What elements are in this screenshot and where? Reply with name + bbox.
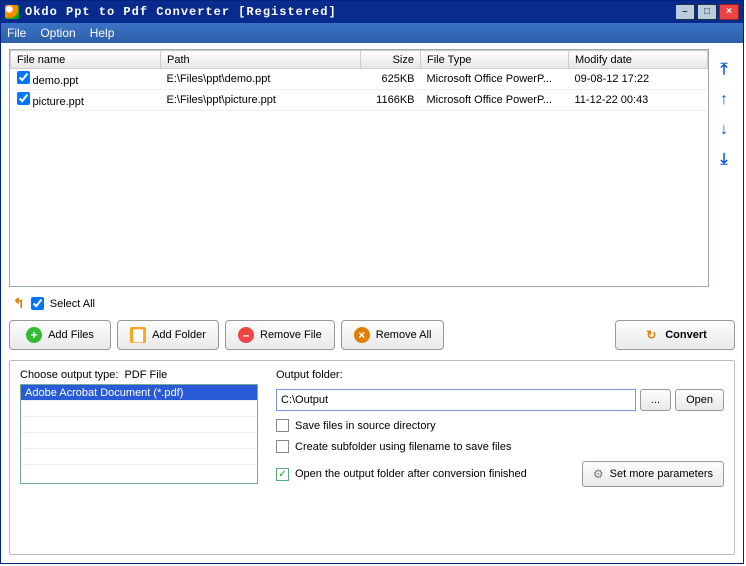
row-checkbox[interactable] <box>17 92 30 105</box>
output-folder-label: Output folder: <box>276 369 724 381</box>
col-path[interactable]: Path <box>161 51 361 69</box>
row-path: E:\Files\ppt\picture.ppt <box>161 90 361 111</box>
window-title: Okdo Ppt to Pdf Converter [Registered] <box>25 5 673 19</box>
folder-icon: ▇ <box>130 327 146 343</box>
row-date: 09-08-12 17:22 <box>569 69 708 90</box>
close-button[interactable]: × <box>719 4 739 20</box>
add-folder-button[interactable]: ▇ Add Folder <box>117 320 219 350</box>
browse-button[interactable]: ... <box>640 389 671 411</box>
checkbox-icon[interactable]: ✓ <box>276 440 289 453</box>
row-type: Microsoft Office PowerP... <box>421 90 569 111</box>
add-files-button[interactable]: + Add Files <box>9 320 111 350</box>
col-filetype[interactable]: File Type <box>421 51 569 69</box>
convert-label: Convert <box>665 329 707 341</box>
select-all-label: Select All <box>50 298 95 310</box>
create-sub-row[interactable]: ✓ Create subfolder using filename to sav… <box>276 440 724 453</box>
file-table[interactable]: File name Path Size File Type Modify dat… <box>10 50 708 111</box>
save-source-label: Save files in source directory <box>295 420 436 432</box>
row-checkbox[interactable] <box>17 71 30 84</box>
convert-icon: ↻ <box>643 327 659 343</box>
row-size: 625KB <box>361 69 421 90</box>
menu-option[interactable]: Option <box>40 26 75 40</box>
open-after-row[interactable]: ✓ Open the output folder after conversio… <box>276 468 582 481</box>
table-row[interactable]: demo.pptE:\Files\ppt\demo.ppt625KBMicros… <box>11 69 708 90</box>
menu-help[interactable]: Help <box>90 26 115 40</box>
output-folder-input[interactable] <box>276 389 636 411</box>
plus-icon: + <box>26 327 42 343</box>
open-folder-button[interactable]: Open <box>675 389 724 411</box>
remove-file-label: Remove File <box>260 329 322 341</box>
col-modify[interactable]: Modify date <box>569 51 708 69</box>
set-more-parameters-label: Set more parameters <box>610 468 713 480</box>
choose-output-type-value: PDF File <box>124 369 167 381</box>
up-level-icon[interactable]: ↰ <box>13 295 25 312</box>
output-type-option[interactable]: Adobe Acrobat Document (*.pdf) <box>21 385 257 401</box>
menubar: File Option Help <box>1 23 743 43</box>
gear-icon: ⚙ <box>593 467 604 481</box>
file-table-panel: File name Path Size File Type Modify dat… <box>9 49 709 287</box>
row-date: 11-12-22 00:43 <box>569 90 708 111</box>
row-size: 1166KB <box>361 90 421 111</box>
convert-button[interactable]: ↻ Convert <box>615 320 735 350</box>
app-icon <box>5 5 19 19</box>
checkbox-icon[interactable]: ✓ <box>276 419 289 432</box>
row-path: E:\Files\ppt\demo.ppt <box>161 69 361 90</box>
remove-all-label: Remove All <box>376 329 432 341</box>
open-after-label: Open the output folder after conversion … <box>295 468 527 480</box>
remove-all-button[interactable]: × Remove All <box>341 320 445 350</box>
move-down-icon[interactable]: ↓ <box>715 121 733 139</box>
output-type-list[interactable]: Adobe Acrobat Document (*.pdf) <box>20 384 258 484</box>
choose-output-type-label: Choose output type: <box>20 369 118 381</box>
minimize-button[interactable]: – <box>675 4 695 20</box>
move-bottom-icon[interactable]: ⤓ <box>715 151 733 169</box>
titlebar: Okdo Ppt to Pdf Converter [Registered] –… <box>1 1 743 23</box>
save-source-row[interactable]: ✓ Save files in source directory <box>276 419 724 432</box>
col-size[interactable]: Size <box>361 51 421 69</box>
remove-file-button[interactable]: – Remove File <box>225 320 335 350</box>
move-up-icon[interactable]: ↑ <box>715 91 733 109</box>
add-folder-label: Add Folder <box>152 329 206 341</box>
move-top-icon[interactable]: ⤒ <box>715 61 733 79</box>
maximize-button[interactable]: □ <box>697 4 717 20</box>
table-row[interactable]: picture.pptE:\Files\ppt\picture.ppt1166K… <box>11 90 708 111</box>
menu-file[interactable]: File <box>7 26 26 40</box>
checkbox-checked-icon[interactable]: ✓ <box>276 468 289 481</box>
minus-icon: – <box>238 327 254 343</box>
x-icon: × <box>354 327 370 343</box>
reorder-arrows: ⤒ ↑ ↓ ⤓ <box>713 49 735 287</box>
col-filename[interactable]: File name <box>11 51 161 69</box>
output-panel: Choose output type: PDF File Adobe Acrob… <box>9 360 735 555</box>
select-all-checkbox[interactable] <box>31 297 44 310</box>
row-type: Microsoft Office PowerP... <box>421 69 569 90</box>
add-files-label: Add Files <box>48 329 94 341</box>
create-sub-label: Create subfolder using filename to save … <box>295 441 511 453</box>
set-more-parameters-button[interactable]: ⚙ Set more parameters <box>582 461 724 487</box>
